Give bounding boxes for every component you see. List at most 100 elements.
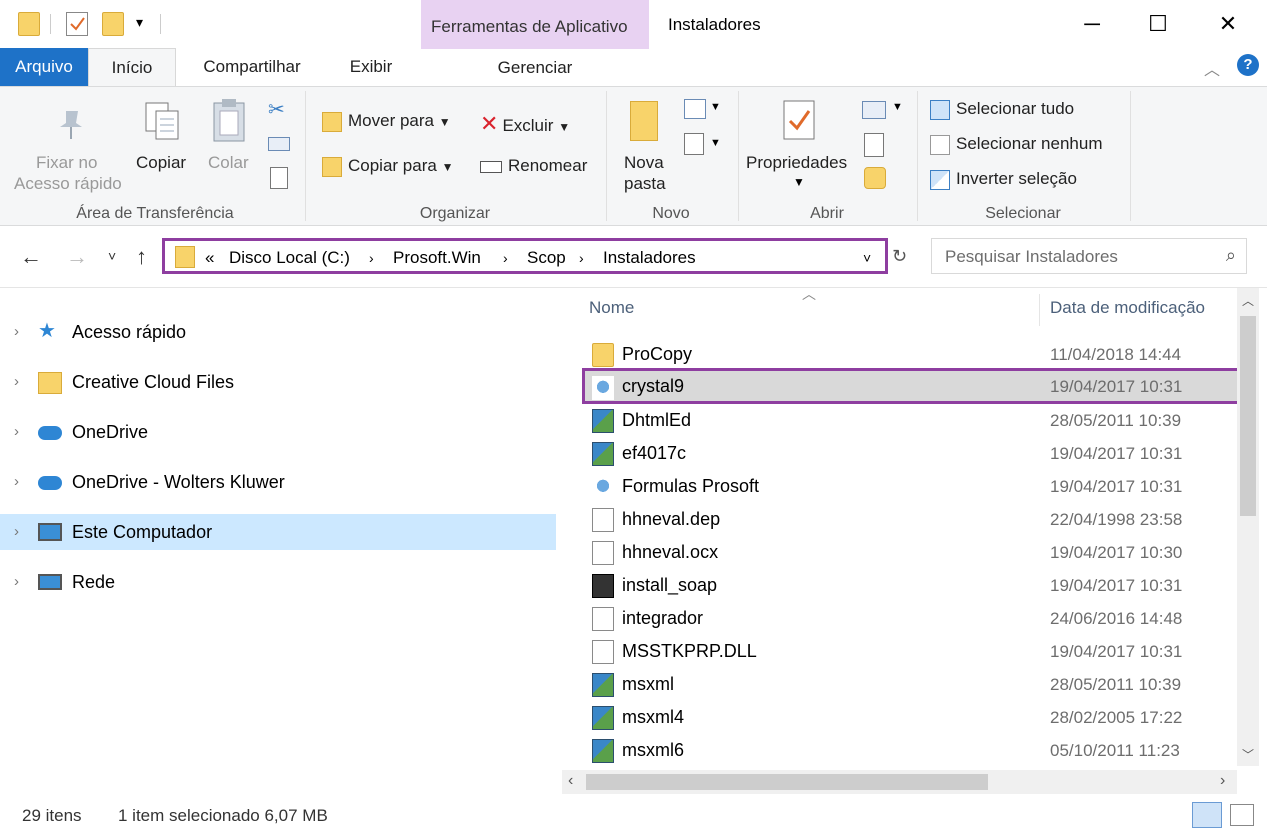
chevron-down-icon[interactable]: ▼	[710, 101, 721, 113]
chevron-down-icon[interactable]: ▼	[710, 137, 721, 149]
new-item-icon[interactable]	[684, 99, 706, 119]
paste-button[interactable]: Colar	[208, 153, 249, 173]
vertical-scroll-thumb[interactable]	[1240, 316, 1256, 516]
chevron-down-icon[interactable]: ▼	[892, 101, 903, 113]
breadcrumb-scop[interactable]: Scop	[527, 248, 566, 268]
recent-locations-chevron-icon[interactable]: ˅	[108, 248, 116, 264]
copy-path-icon[interactable]	[268, 137, 290, 151]
ribbon-divider	[606, 91, 607, 221]
nav-item-onedrive-business[interactable]: › OneDrive - Wolters Kluwer	[0, 464, 556, 500]
easy-access-icon[interactable]	[684, 133, 704, 155]
scroll-left-icon[interactable]: ‹	[568, 772, 573, 790]
file-row[interactable]: MSSTKPRP.DLL 19/04/2017 10:31	[582, 635, 1242, 668]
nav-item-this-pc[interactable]: › Este Computador	[0, 514, 556, 550]
open-icon[interactable]	[862, 101, 886, 119]
breadcrumb-prosoft[interactable]: Prosoft.Win	[393, 248, 481, 268]
details-view-icon[interactable]	[1192, 802, 1222, 828]
search-icon[interactable]: ⌕	[1226, 245, 1236, 266]
file-row[interactable]: hhneval.dep 22/04/1998 23:58	[582, 503, 1242, 536]
new-folder-label-1[interactable]: Nova	[624, 153, 664, 173]
select-none-button[interactable]: Selecionar nenhum	[930, 134, 1102, 155]
tab-file[interactable]: Arquivo	[0, 48, 88, 86]
nav-item-label: OneDrive - Wolters Kluwer	[72, 472, 285, 492]
move-to-button[interactable]: Mover para ▼	[322, 111, 451, 132]
breadcrumb-disk[interactable]: Disco Local (C:)	[229, 248, 350, 268]
expand-chevron-icon[interactable]: ›	[14, 573, 19, 590]
delete-button[interactable]: ✕ Excluir ▼	[480, 111, 570, 137]
select-all-button[interactable]: Selecionar tudo	[930, 99, 1074, 120]
qat-dropdown-icon[interactable]: ▾	[136, 14, 143, 31]
scroll-up-icon[interactable]: ︿	[1242, 292, 1254, 309]
horizontal-scroll-thumb[interactable]	[586, 774, 988, 790]
chevron-down-icon: ▼	[438, 115, 451, 129]
breadcrumb-separator-icon[interactable]: ›	[579, 250, 584, 266]
file-row[interactable]: ef4017c 19/04/2017 10:31	[582, 437, 1242, 470]
new-folder-label-2[interactable]: pasta	[624, 174, 666, 194]
cloud-business-icon	[38, 476, 62, 490]
expand-chevron-icon[interactable]: ›	[14, 523, 19, 540]
file-row-selected[interactable]: crystal9 19/04/2017 10:31	[582, 368, 1242, 404]
up-arrow-icon[interactable]: ↑	[136, 244, 147, 270]
file-date: 28/05/2011 10:39	[1050, 675, 1182, 694]
expand-chevron-icon[interactable]: ›	[14, 323, 19, 340]
file-row[interactable]: DhtmlEd 28/05/2011 10:39	[582, 404, 1242, 437]
file-name: Formulas Prosoft	[622, 476, 760, 496]
invert-selection-button[interactable]: Inverter seleção	[930, 169, 1077, 190]
expand-chevron-icon[interactable]: ›	[14, 423, 19, 440]
copy-to-button[interactable]: Copiar para ▼	[322, 156, 453, 177]
vertical-scrollbar[interactable]: ︿ ﹀	[1237, 288, 1259, 766]
cut-icon[interactable]: ✂	[268, 97, 285, 122]
address-history-chevron-icon[interactable]: ˅	[863, 250, 871, 266]
search-box[interactable]: Pesquisar Instaladores ⌕	[931, 238, 1247, 274]
properties-check-icon[interactable]	[66, 12, 88, 36]
copy-button[interactable]: Copiar	[136, 153, 186, 173]
file-row[interactable]: hhneval.ocx 19/04/2017 10:30	[582, 536, 1242, 569]
file-row[interactable]: msxml6 05/10/2011 11:23	[582, 734, 1242, 767]
file-row[interactable]: msxml4 28/02/2005 17:22	[582, 701, 1242, 734]
nav-item-quick-access[interactable]: › ★ Acesso rápido	[0, 314, 556, 350]
back-arrow-icon[interactable]: ←	[20, 244, 42, 270]
nav-item-network[interactable]: › Rede	[0, 564, 556, 600]
file-row[interactable]: ProCopy 11/04/2018 14:44	[582, 338, 1242, 371]
history-icon[interactable]	[864, 167, 886, 189]
edit-icon[interactable]	[864, 133, 884, 157]
minimize-button[interactable]: ─	[1059, 0, 1125, 48]
tab-share[interactable]: Compartilhar	[182, 48, 322, 86]
breadcrumb-instaladores[interactable]: Instaladores	[603, 248, 696, 268]
help-icon[interactable]: ?	[1237, 54, 1259, 76]
properties-button[interactable]: Propriedades	[746, 153, 847, 173]
search-input[interactable]: Pesquisar Instaladores	[945, 247, 1118, 267]
new-folder-icon[interactable]	[102, 12, 124, 36]
rename-button[interactable]: Renomear	[480, 156, 587, 176]
chevron-down-icon[interactable]: ▼	[793, 175, 805, 189]
maximize-button[interactable]: ☐	[1125, 0, 1191, 48]
file-row[interactable]: integrador 24/06/2016 14:48	[582, 602, 1242, 635]
close-button[interactable]: ✕	[1195, 0, 1261, 48]
breadcrumb-separator-icon[interactable]: ›	[369, 250, 374, 266]
file-row[interactable]: msxml 28/05/2011 10:39	[582, 668, 1242, 701]
horizontal-scrollbar[interactable]: ‹ ›	[562, 770, 1237, 794]
file-row[interactable]: Formulas Prosoft 19/04/2017 10:31	[582, 470, 1242, 503]
address-bar[interactable]: « Disco Local (C:) › Prosoft.Win › Scop …	[162, 238, 888, 274]
forward-arrow-icon[interactable]: →	[66, 244, 88, 270]
scroll-right-icon[interactable]: ›	[1220, 772, 1225, 790]
nav-item-creative-cloud[interactable]: › Creative Cloud Files	[0, 364, 556, 400]
tab-view[interactable]: Exibir	[330, 48, 412, 86]
large-icons-view-icon[interactable]	[1230, 804, 1254, 826]
file-row[interactable]: install_soap 19/04/2017 10:31	[582, 569, 1242, 602]
refresh-icon[interactable]: ↻	[892, 246, 907, 267]
collapse-ribbon-icon[interactable]: ︿	[1204, 56, 1220, 80]
paste-shortcut-icon[interactable]	[270, 167, 288, 189]
expand-chevron-icon[interactable]: ›	[14, 373, 19, 390]
column-header-date[interactable]: Data de modificação	[1050, 298, 1205, 338]
pin-quick-access-label-2[interactable]: Acesso rápido	[14, 174, 122, 194]
tab-home[interactable]: Início	[88, 48, 176, 86]
pin-quick-access-label-1[interactable]: Fixar no	[36, 153, 97, 173]
tab-manage[interactable]: Gerenciar	[421, 48, 649, 86]
nav-item-onedrive[interactable]: › OneDrive	[0, 414, 556, 450]
scroll-down-icon[interactable]: ﹀	[1242, 746, 1254, 763]
column-header-name[interactable]: Nome	[589, 298, 634, 338]
expand-chevron-icon[interactable]: ›	[14, 473, 19, 490]
address-overflow-icon[interactable]: «	[205, 248, 214, 268]
breadcrumb-separator-icon[interactable]: ›	[503, 250, 508, 266]
